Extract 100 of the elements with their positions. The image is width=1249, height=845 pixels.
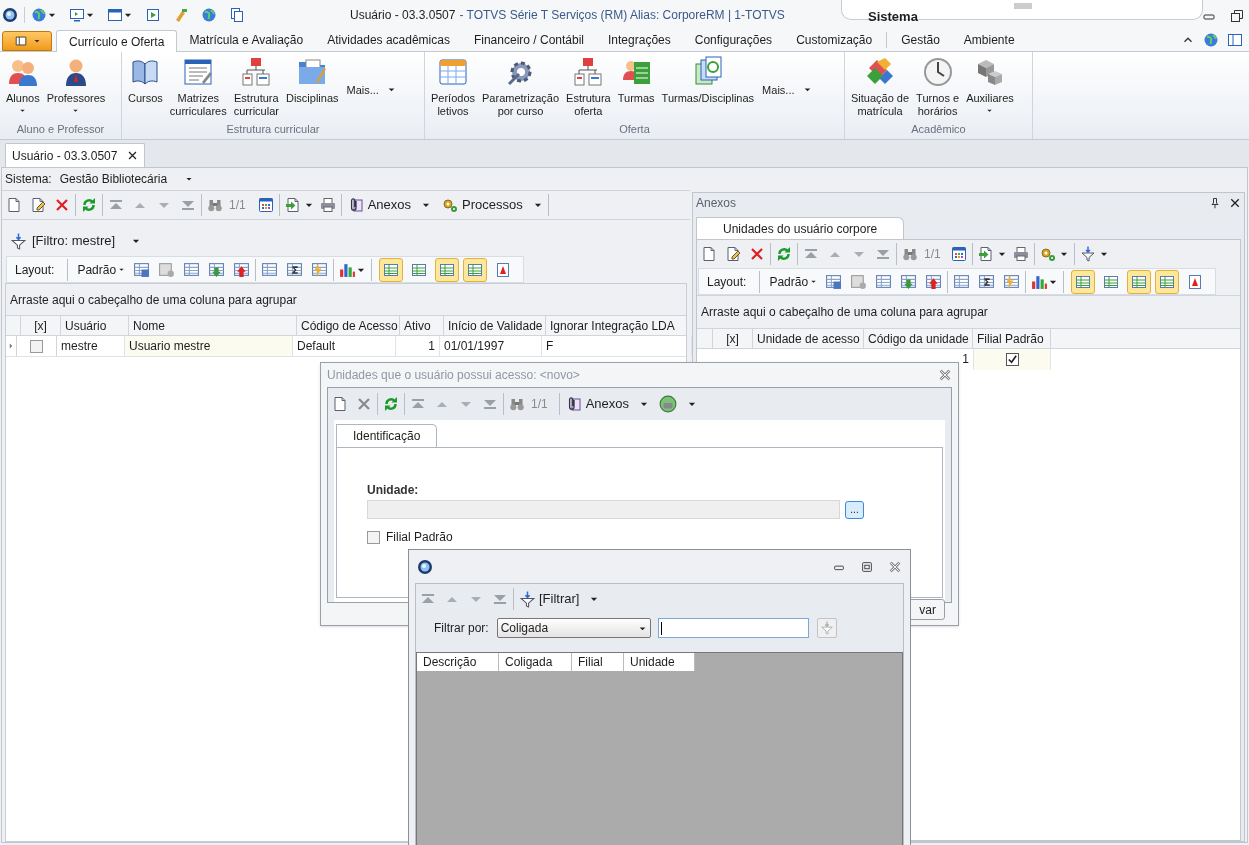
refresh-icon[interactable]	[383, 396, 399, 412]
ribbon-tab[interactable]: Currículo e Oferta	[56, 30, 178, 52]
column-header[interactable]: Descrição	[417, 653, 499, 671]
ribbon-button[interactable]: Professores	[43, 56, 109, 121]
checkbox[interactable]	[367, 530, 380, 544]
ribbon-button[interactable]: Cursos	[125, 56, 166, 121]
ribbon-button[interactable]: Situação de matrícula	[848, 56, 913, 121]
maximize-icon[interactable]	[860, 559, 874, 574]
view-toggle[interactable]	[463, 257, 488, 282]
binoculars-icon[interactable]	[509, 396, 525, 412]
copy-icon[interactable]	[229, 7, 245, 23]
ribbon-button[interactable]: Alunos	[3, 56, 43, 121]
export-icon[interactable]	[977, 246, 994, 262]
column-header[interactable]: Filial	[572, 653, 624, 671]
calendar-icon[interactable]	[257, 197, 274, 213]
delete-icon[interactable]	[54, 197, 70, 213]
column-header[interactable]: Filial Padrão	[973, 329, 1051, 348]
ribbon-button[interactable]: Turmas/Disciplinas	[658, 56, 758, 121]
brush-icon[interactable]	[173, 7, 189, 23]
delete-icon[interactable]	[356, 396, 372, 412]
view-toggle[interactable]	[1155, 269, 1180, 294]
column-header[interactable]: Unidade de acesso	[753, 329, 864, 348]
layout-preset-dropdown[interactable]: Padrão	[73, 260, 130, 279]
edit-icon[interactable]	[30, 197, 46, 213]
export-icon[interactable]	[925, 273, 943, 290]
panel-tab[interactable]: Unidades do usuário corpore	[696, 217, 905, 239]
panel-icon[interactable]	[1227, 32, 1243, 48]
column-header[interactable]: Usuário	[61, 316, 129, 335]
ribbon-tab[interactable]: Gestão	[889, 29, 952, 51]
ribbon-button[interactable]: Estrutura oferta	[563, 56, 614, 121]
view-toggle[interactable]	[435, 257, 460, 282]
form-tab[interactable]: Identificação	[336, 424, 438, 447]
column-header[interactable]: Coligada	[499, 653, 572, 671]
ribbon-button[interactable]: Matrizes curriculares	[166, 56, 230, 121]
sum-icon[interactable]	[286, 261, 304, 278]
lightning-icon[interactable]	[311, 261, 329, 278]
filter-by-dropdown[interactable]: Coligada	[496, 618, 651, 638]
play-icon[interactable]	[145, 7, 161, 23]
ribbon-tab[interactable]: Configurações	[682, 29, 785, 51]
row-checkbox[interactable]	[30, 339, 43, 353]
column-header[interactable]: Ativo	[400, 316, 444, 335]
ribbon-tab[interactable]: Customização	[784, 29, 885, 51]
column-header[interactable]: Unidade	[624, 653, 695, 671]
column-header[interactable]: Código da unidade	[864, 329, 973, 348]
bar-chart-icon[interactable]	[339, 261, 357, 278]
app-logo-icon[interactable]	[417, 558, 433, 575]
filter-button[interactable]: [Filtro: mestre]	[10, 231, 116, 251]
app-menu-button[interactable]	[2, 31, 52, 51]
new-document-icon[interactable]	[6, 197, 22, 213]
column-header[interactable]: Início de Validade	[444, 316, 546, 335]
unit-field[interactable]	[367, 500, 840, 519]
ribbon-button[interactable]: Auxiliares	[963, 56, 1017, 121]
delete-icon[interactable]	[749, 246, 765, 262]
browse-button[interactable]: ...	[845, 500, 864, 519]
ribbon-tab[interactable]: Integrações	[596, 29, 683, 51]
new-document-icon[interactable]	[701, 246, 717, 262]
close-icon[interactable]	[127, 150, 139, 161]
column-header[interactable]: [x]	[21, 316, 61, 335]
system-dropdown[interactable]: Gestão Bibliotecária	[59, 170, 194, 188]
gears-icon[interactable]	[1039, 246, 1056, 262]
binoculars-icon[interactable]	[207, 197, 223, 213]
more-button[interactable]: Mais...	[342, 56, 400, 121]
new-document-icon[interactable]	[332, 396, 348, 412]
globe-icon[interactable]	[201, 7, 217, 23]
print-icon[interactable]	[319, 197, 336, 213]
print-icon[interactable]	[1012, 246, 1029, 262]
monitor-icon[interactable]	[69, 7, 85, 23]
attachments-button[interactable]: Anexos	[564, 394, 630, 414]
save-layout-icon[interactable]	[825, 273, 843, 290]
export-icon[interactable]	[284, 197, 301, 213]
restore-icon[interactable]	[1229, 8, 1245, 24]
ribbon-button[interactable]: Disciplinas	[282, 56, 342, 121]
system-panel[interactable]: Sistema	[841, 0, 1203, 20]
refresh-icon[interactable]	[81, 197, 97, 213]
ribbon-button[interactable]: Turnos e horários	[913, 56, 963, 121]
bar-chart-icon[interactable]	[1031, 273, 1049, 290]
globe-icon[interactable]	[1203, 32, 1219, 48]
filter-icon[interactable]	[1079, 246, 1096, 262]
ribbon-tab[interactable]: Ambiente	[951, 29, 1027, 51]
lightning-icon[interactable]	[1003, 273, 1021, 290]
calendar-icon[interactable]	[950, 246, 967, 262]
pin-icon[interactable]	[1209, 197, 1221, 209]
globe-icon[interactable]	[31, 7, 47, 23]
more-button[interactable]: Mais...	[758, 56, 816, 121]
view-toggle[interactable]	[1071, 269, 1096, 294]
filter-button[interactable]: [Filtrar]	[519, 589, 580, 609]
document-tab[interactable]: Usuário - 03.3.0507	[5, 143, 146, 167]
ribbon-button[interactable]: Períodos letivos	[428, 56, 479, 121]
attachments-button[interactable]: Anexos	[346, 195, 412, 215]
search-field[interactable]	[657, 618, 809, 638]
ribbon-button[interactable]: Turmas	[614, 56, 658, 121]
ribbon-button[interactable]: Estrutura curricular	[230, 56, 282, 121]
window-icon[interactable]	[107, 7, 123, 23]
binoculars-icon[interactable]	[902, 246, 918, 262]
processes-button[interactable]: Processos	[441, 195, 523, 215]
row-checkbox[interactable]	[1005, 353, 1019, 366]
edit-icon[interactable]	[725, 246, 741, 262]
import-icon[interactable]	[208, 261, 226, 278]
import-icon[interactable]	[900, 273, 918, 290]
grip-icon[interactable]	[1014, 3, 1032, 9]
